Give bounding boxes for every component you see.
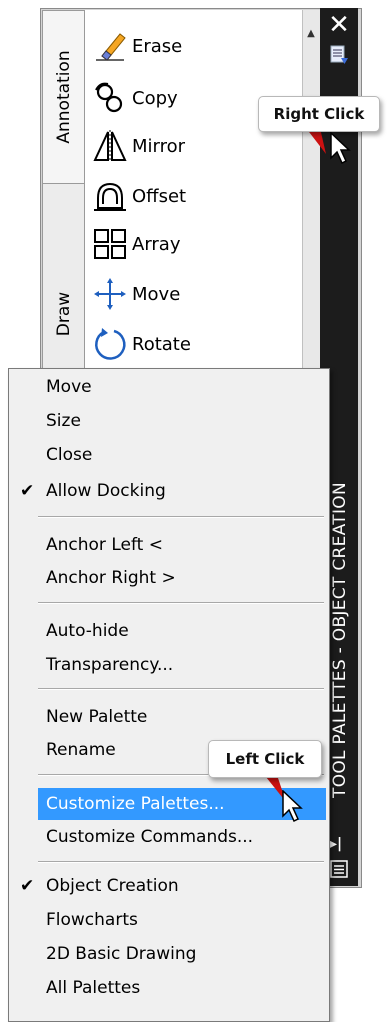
menu-item-auto-hide[interactable]: Auto-hide [46, 616, 129, 646]
mouse-cursor-icon [282, 790, 303, 823]
menu-item-customize-palettes[interactable]: Customize Palettes... [46, 789, 225, 819]
mirror-icon [93, 130, 127, 162]
menu-separator [38, 602, 324, 604]
callout-pointer-right [306, 128, 326, 154]
properties-menu-icon[interactable] [330, 860, 348, 878]
menu-item-transparency[interactable]: Transparency... [46, 650, 173, 680]
tool-rotate[interactable]: Rotate [92, 322, 297, 366]
scroll-up-arrow-icon[interactable]: ▲ [304, 28, 318, 40]
menu-item-object-creation[interactable]: Object Creation [46, 871, 179, 901]
tool-move-label: Move [132, 284, 181, 305]
left-click-callout: Left Click [208, 740, 322, 778]
allow-docking-checkmark-icon: ✔ [20, 481, 35, 501]
tab-annotation[interactable]: Annotation [42, 10, 85, 184]
auto-hide-icon[interactable]: ▸| [330, 836, 348, 854]
menu-separator [38, 688, 324, 690]
copy-icon [95, 82, 123, 113]
menu-item-allow-docking[interactable]: Allow Docking [46, 476, 166, 506]
menu-item-move[interactable]: Move [46, 372, 92, 402]
menu-item-flowcharts[interactable]: Flowcharts [46, 905, 138, 935]
tool-offset-label: Offset [132, 186, 187, 207]
palette-scrollbar[interactable] [302, 10, 321, 380]
tab-draw-label: Draw [54, 291, 74, 337]
menu-item-customize-commands[interactable]: Customize Commands... [46, 822, 253, 852]
tool-offset[interactable]: Offset [92, 174, 297, 218]
close-icon[interactable]: ✕ [326, 12, 352, 38]
menu-item-size[interactable]: Size [46, 406, 81, 436]
offset-icon [94, 182, 126, 211]
tool-move[interactable]: Move [92, 272, 297, 316]
object-creation-checkmark-icon: ✔ [20, 876, 35, 896]
menu-item-close[interactable]: Close [46, 440, 92, 470]
menu-item-all-palettes[interactable]: All Palettes [46, 973, 140, 1003]
tool-array-label: Array [132, 234, 181, 255]
menu-item-2d-basic-drawing[interactable]: 2D Basic Drawing [46, 939, 196, 969]
move-icon [94, 278, 126, 310]
rotate-icon [95, 328, 126, 360]
right-click-callout: Right Click [258, 96, 380, 132]
tool-erase-label: Erase [132, 36, 183, 57]
menu-item-new-palette[interactable]: New Palette [46, 702, 147, 732]
eraser-icon [96, 33, 126, 61]
array-icon [94, 229, 126, 259]
properties-icon[interactable] [329, 44, 349, 66]
menu-separator [38, 516, 324, 518]
menu-item-rename[interactable]: Rename [46, 735, 116, 765]
tool-copy-label: Copy [132, 88, 178, 109]
mouse-cursor-icon [330, 132, 351, 165]
tab-annotation-label: Annotation [54, 50, 74, 144]
tool-array[interactable]: Array [92, 222, 297, 266]
tool-mirror-label: Mirror [132, 136, 186, 157]
tab-draw[interactable]: Draw [42, 183, 85, 375]
menu-item-anchor-right[interactable]: Anchor Right > [46, 563, 176, 593]
tool-erase[interactable]: Erase [92, 24, 297, 68]
palette-title: TOOL PALETTES - OBJECT CREATION [330, 482, 350, 798]
tool-rotate-label: Rotate [132, 334, 191, 355]
menu-separator [38, 861, 324, 863]
menu-item-anchor-left[interactable]: Anchor Left < [46, 530, 163, 560]
